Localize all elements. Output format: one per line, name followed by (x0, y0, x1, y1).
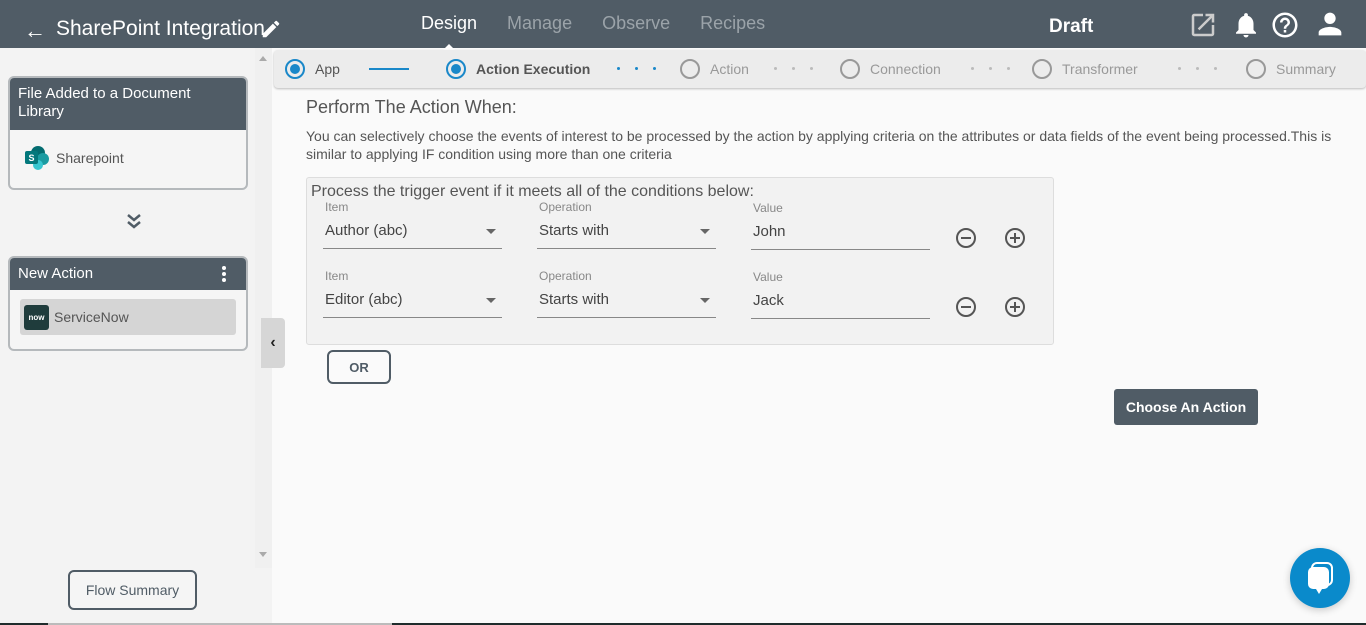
servicenow-logo-icon: now (24, 304, 49, 330)
help-icon[interactable] (1270, 10, 1300, 40)
scroll-up-icon[interactable] (259, 56, 267, 61)
value-input[interactable]: Value John (751, 201, 930, 250)
status-badge: Draft (1049, 16, 1094, 37)
wizard-stepper: App Action Execution Action Connection T… (274, 50, 1366, 88)
step-connector (1178, 67, 1217, 70)
page-description: You can selectively choose the events of… (306, 128, 1332, 162)
scroll-down-icon[interactable] (259, 552, 267, 557)
external-link-icon[interactable] (1188, 10, 1218, 40)
bell-icon[interactable] (1231, 10, 1261, 40)
operation-select[interactable]: Operation Starts with (537, 200, 716, 249)
more-options-icon[interactable] (222, 266, 226, 284)
nav-tab-recipes[interactable]: Recipes (700, 13, 765, 34)
step-connector (971, 67, 1010, 70)
dropdown-caret-icon (486, 298, 496, 303)
action-card[interactable]: New Action now ServiceNow (8, 256, 248, 351)
add-condition-icon[interactable] (1005, 297, 1025, 317)
dropdown-caret-icon (486, 229, 496, 234)
app-title: SharePoint Integration (56, 17, 265, 40)
trigger-app[interactable]: S Sharepoint (10, 130, 246, 186)
sidebar-scrollbar[interactable] (255, 48, 272, 568)
step-action-execution[interactable]: Action Execution (446, 59, 590, 79)
step-connector (369, 68, 409, 70)
nav-tab-observe[interactable]: Observe (602, 13, 670, 34)
trigger-app-name: Sharepoint (56, 150, 124, 166)
chat-button[interactable] (1290, 548, 1350, 608)
step-pending-icon (840, 59, 860, 79)
remove-condition-icon[interactable] (956, 228, 976, 248)
step-summary[interactable]: Summary (1246, 59, 1336, 79)
step-pending-icon (680, 59, 700, 79)
operation-select[interactable]: Operation Starts with (537, 269, 716, 318)
user-icon[interactable] (1313, 7, 1347, 41)
collapse-sidebar-button[interactable]: ‹ (261, 318, 285, 368)
step-action[interactable]: Action (680, 59, 749, 79)
conditions-title: Process the trigger event if it meets al… (311, 183, 754, 200)
action-app-name: ServiceNow (54, 309, 129, 325)
double-chevron-down-icon (127, 214, 141, 229)
trigger-card-title: File Added to a Document Library (10, 78, 246, 130)
add-condition-icon[interactable] (1005, 228, 1025, 248)
main-nav: Design Manage Observe Recipes (421, 13, 765, 50)
step-connector (774, 67, 813, 70)
remove-condition-icon[interactable] (956, 297, 976, 317)
item-select[interactable]: Item Editor (abc) (323, 269, 502, 318)
chat-bubble-icon (1308, 562, 1333, 594)
nav-tab-design[interactable]: Design (421, 13, 477, 50)
dropdown-caret-icon (700, 229, 710, 234)
step-pending-icon (1246, 59, 1266, 79)
trigger-card[interactable]: File Added to a Document Library S Share… (8, 76, 248, 190)
step-connection[interactable]: Connection (840, 59, 941, 79)
action-app[interactable]: now ServiceNow (20, 299, 236, 335)
sharepoint-logo-icon: S (25, 146, 49, 170)
step-transformer[interactable]: Transformer (1032, 59, 1138, 79)
pencil-icon[interactable] (260, 18, 282, 40)
step-complete-icon (285, 59, 305, 79)
chevron-left-icon: ‹ (270, 334, 276, 351)
flow-sidebar: File Added to a Document Library S Share… (0, 48, 272, 625)
page-title: Perform The Action When: (306, 97, 517, 117)
svg-text:S: S (28, 153, 34, 163)
step-app[interactable]: App (285, 59, 340, 79)
value-input[interactable]: Value Jack (751, 270, 930, 319)
back-arrow-icon[interactable]: ← (24, 20, 46, 42)
step-pending-icon (1032, 59, 1052, 79)
or-button[interactable]: OR (327, 350, 391, 384)
action-card-title: New Action (18, 265, 94, 282)
choose-action-button[interactable]: Choose An Action (1114, 389, 1258, 425)
flow-summary-button[interactable]: Flow Summary (68, 570, 197, 610)
step-current-icon (446, 59, 466, 79)
item-select[interactable]: Item Author (abc) (323, 200, 502, 249)
step-connector (617, 67, 656, 70)
top-bar: ← SharePoint Integration Design Manage O… (0, 0, 1366, 50)
nav-tab-manage[interactable]: Manage (507, 13, 572, 34)
dropdown-caret-icon (700, 298, 710, 303)
conditions-panel: Process the trigger event if it meets al… (306, 177, 1054, 345)
